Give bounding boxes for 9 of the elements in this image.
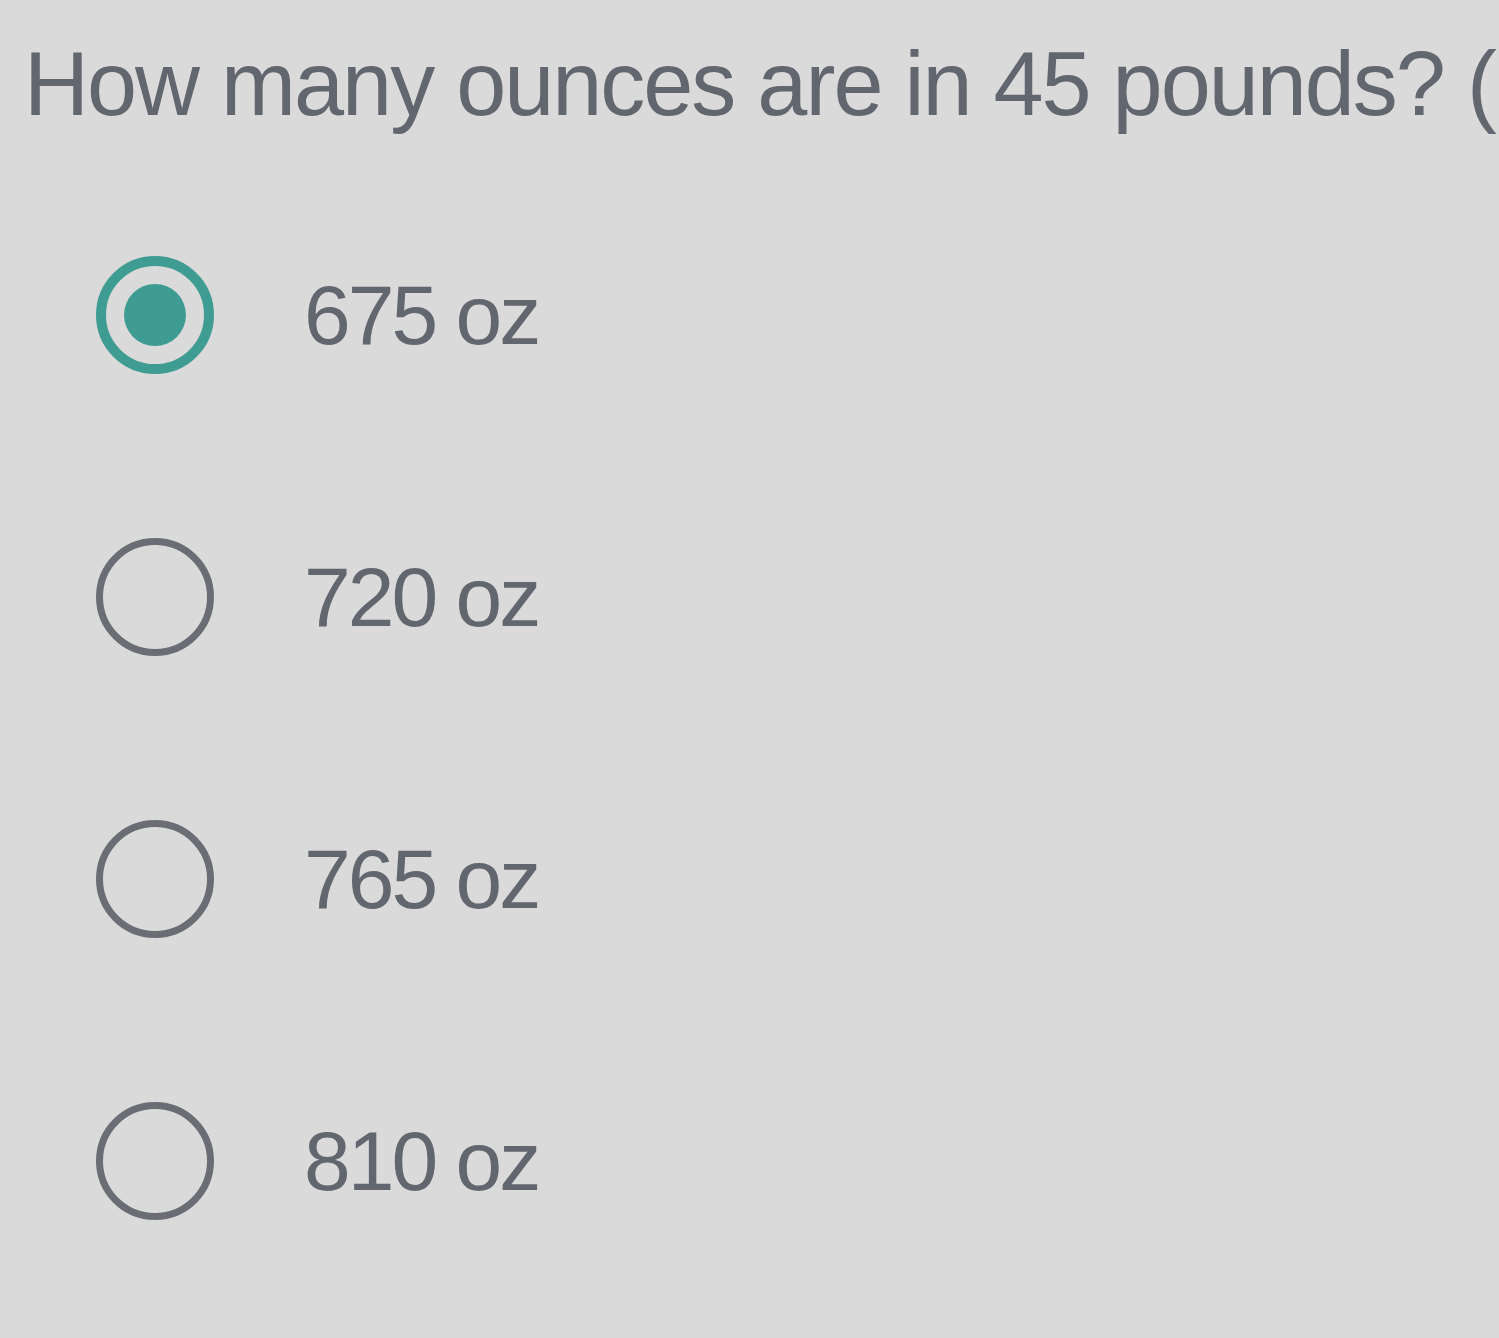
option-label: 810 oz xyxy=(304,1113,539,1210)
radio-button[interactable] xyxy=(96,820,214,938)
radio-button[interactable] xyxy=(96,1102,214,1220)
option-label: 675 oz xyxy=(304,267,539,364)
question-text: How many ounces are in 45 pounds? ( xyxy=(24,33,1495,136)
option-label: 765 oz xyxy=(304,831,539,928)
option-label: 720 oz xyxy=(304,549,539,646)
radio-button[interactable] xyxy=(96,256,214,374)
radio-button[interactable] xyxy=(96,538,214,656)
